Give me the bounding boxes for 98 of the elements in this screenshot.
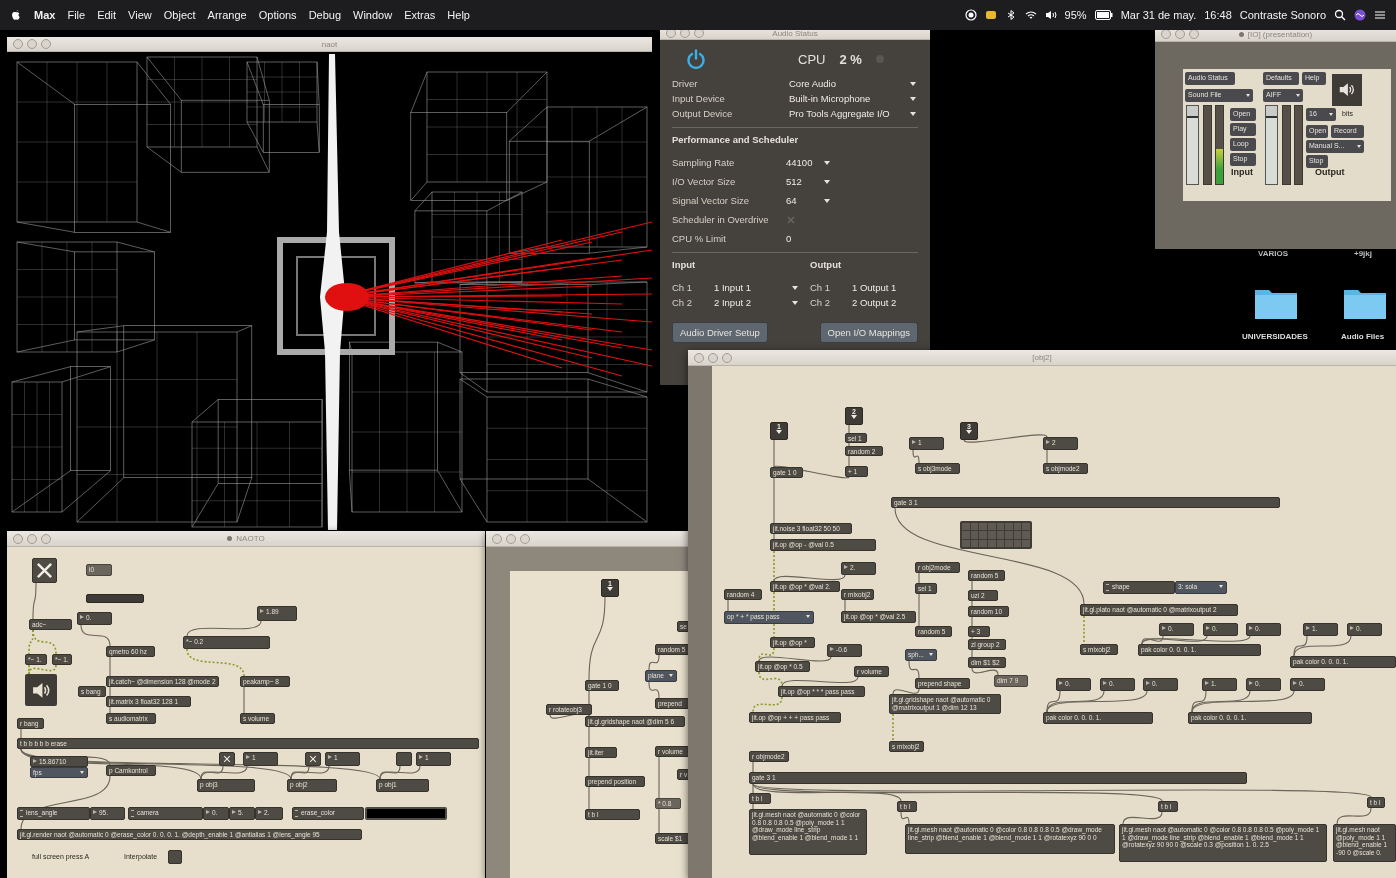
window-title: NAOTO (236, 534, 265, 543)
dropdown-menu[interactable]: Pro Tools Aggregate I/O (789, 108, 918, 119)
menu-item[interactable]: Edit (97, 9, 117, 21)
checkbox[interactable] (786, 214, 796, 225)
folder-label: VARIOS (1258, 249, 1289, 258)
dropdown-menu[interactable]: Core Audio (789, 78, 918, 89)
dropdown-menu[interactable]: 512 (786, 176, 832, 187)
menu-item[interactable]: View (128, 9, 152, 21)
menu-item[interactable]: Debug (308, 9, 342, 21)
setting-label: Driver (672, 78, 699, 89)
menu-item[interactable]: Arrange (207, 9, 247, 21)
patch-cord (32, 582, 37, 620)
app-menu[interactable]: Max (34, 9, 56, 21)
power-icon[interactable] (686, 49, 706, 69)
cpu-label: CPU (798, 51, 826, 67)
record-icon[interactable] (964, 9, 977, 21)
window-title: Audio Status (772, 28, 818, 38)
close-button[interactable] (666, 28, 676, 38)
toggle[interactable] (305, 752, 321, 766)
column-heading: Input (672, 259, 697, 270)
panel-label: Input (1231, 167, 1253, 177)
close-button[interactable] (1161, 29, 1171, 39)
channel-label: Ch 1 (810, 282, 832, 293)
apple-logo-icon (10, 9, 22, 21)
dropdown-menu[interactable]: 2 Input 2 (714, 297, 800, 308)
section-heading: Performance and Scheduler (672, 134, 800, 145)
setting-label: I/O Vector Size (672, 176, 737, 187)
number-field[interactable]: 0 (786, 233, 918, 244)
patch-cord (971, 667, 999, 676)
window-title: [IO] (presentation) (1247, 29, 1313, 39)
action-button[interactable]: Open I/O Mappings (819, 322, 918, 343)
toggle[interactable] (168, 850, 182, 864)
search-icon[interactable] (1334, 9, 1346, 21)
menu-item[interactable]: Window (353, 9, 393, 21)
window-title: naot (321, 39, 338, 49)
battery-percent: 95% (1064, 9, 1087, 21)
speaker-button[interactable] (25, 674, 57, 706)
volume-icon[interactable] (1044, 9, 1057, 21)
cross-icon (35, 561, 54, 580)
patch-cord (648, 654, 660, 671)
zoom-button[interactable] (694, 28, 704, 38)
cpu-value: 2 % (839, 51, 862, 67)
setting-label: Sampling Rate (672, 157, 736, 168)
slider[interactable] (86, 594, 144, 603)
action-button[interactable]: Audio Driver Setup (672, 322, 768, 343)
toggle[interactable] (32, 558, 57, 583)
menu-icon[interactable] (1374, 9, 1386, 21)
wifi-icon[interactable] (1024, 9, 1037, 21)
folder-label: +9jkj (1354, 249, 1372, 258)
patch-cord (1122, 811, 1163, 825)
battery-icon (1094, 9, 1113, 21)
toggle[interactable] (219, 752, 235, 766)
cross-icon (222, 755, 232, 763)
setting-label: Input Device (672, 93, 726, 104)
menu-item[interactable]: Object (163, 9, 196, 21)
channel-label: Ch 2 (810, 297, 832, 308)
toggle[interactable] (396, 752, 412, 766)
folder-label[interactable]: Audio Files (1341, 332, 1385, 341)
setting-label: Scheduler in Overdrive (672, 214, 770, 225)
menu-item[interactable]: Extras (404, 9, 436, 21)
dropdown-menu[interactable]: 1 Input 1 (714, 282, 800, 293)
patch-cord (908, 660, 920, 679)
patch-cord (912, 449, 920, 464)
dropdown-menu[interactable]: 64 (786, 195, 832, 206)
setting-label: CPU % Limit (672, 233, 727, 244)
speaker-button[interactable] (1332, 74, 1362, 106)
color-swatch[interactable] (365, 807, 447, 820)
cross-icon (308, 755, 318, 763)
app-status-icon[interactable] (984, 9, 997, 21)
patch-cord (1336, 807, 1372, 825)
menu-item[interactable]: Help (447, 9, 470, 21)
user-name[interactable]: Contraste Sonoro (1239, 9, 1326, 21)
patch-cord (752, 696, 783, 713)
folder-label[interactable]: UNIVERSIDADES (1242, 332, 1308, 341)
column-heading: Output (810, 259, 843, 270)
setting-label: Output Device (672, 108, 734, 119)
dropdown-menu[interactable]: Built-in Microphone (789, 93, 918, 104)
patch-cord (186, 648, 245, 677)
minimize-button[interactable] (1175, 29, 1185, 39)
window-title: [obj2] (1032, 353, 1052, 362)
menu-bar-date: Mar 31 de may. (1120, 9, 1197, 21)
gain-slider[interactable] (1265, 105, 1278, 185)
patch-cord (80, 624, 111, 647)
gain-slider[interactable] (1186, 105, 1199, 185)
channel-label: Ch 2 (672, 297, 694, 308)
patch-cord (648, 681, 660, 699)
patch-cord (892, 688, 920, 695)
channel-label: Ch 1 (672, 282, 694, 293)
setting-label: Signal Vector Size (672, 195, 751, 206)
minimize-button[interactable] (680, 28, 690, 38)
patch-cord (900, 811, 910, 825)
menu-item[interactable]: File (67, 9, 86, 21)
dropdown-menu[interactable]: 44100 (786, 157, 832, 168)
siri-icon[interactable] (1354, 9, 1366, 21)
menu-item[interactable]: Options (258, 9, 297, 21)
zoom-button[interactable] (1189, 29, 1199, 39)
panel-label: Output (1315, 167, 1345, 177)
menu-bar-time: 16:48 (1204, 9, 1232, 21)
